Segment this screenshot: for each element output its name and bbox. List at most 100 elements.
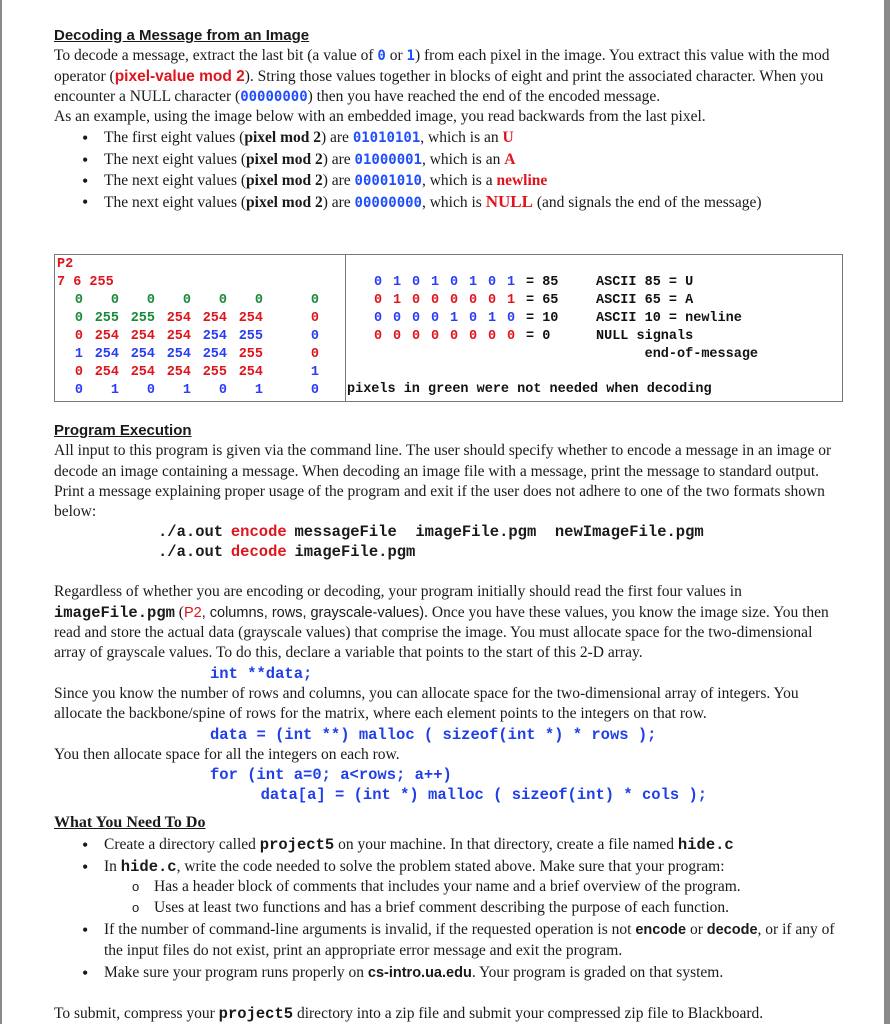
paragraph-execution: All input to this program is given via t… — [54, 442, 832, 521]
pixel-value: 0 — [74, 329, 83, 344]
pixel-value: 254 — [238, 311, 263, 326]
code-malloc-rows: data = (int **) malloc ( sizeof(int *) *… — [210, 725, 657, 744]
pixel-value: 0 — [218, 383, 227, 398]
ascii-line: ASCII 65 = A — [596, 293, 694, 308]
pixel-value: 1 — [182, 383, 191, 398]
bit-rows: 0 1 0 1 0 1 0 1 = 85 0 1 0 0 0 0 0 1 = 65 0 0 0 0 1 0 1 0 = 10 0 0 0 0… — [374, 274, 558, 346]
command-decode: ./a.out decode imageFile.pgm — [158, 543, 416, 562]
bit-value: 0 — [412, 329, 421, 344]
pgm-dimensions: 7 6 255 — [57, 275, 114, 290]
bit-value: 1 — [450, 311, 459, 326]
bit-value: 1 — [507, 275, 516, 290]
pixel-value: 0 — [74, 293, 83, 308]
pixel-value: 1 — [254, 383, 263, 398]
pixel-value: 254 — [166, 347, 191, 362]
requirement-item: Uses at least two functions and has a br… — [132, 898, 844, 919]
pixel-value: 254 — [130, 347, 155, 362]
page-edge-left — [0, 0, 2, 1024]
requirement-item: Has a header block of comments that incl… — [132, 877, 844, 898]
bit-value: 0 — [450, 275, 459, 290]
pixel-value: 254 — [238, 365, 263, 380]
pixel-value: 1 — [310, 365, 319, 380]
heading-decoding: Decoding a Message from an Image — [54, 27, 310, 44]
bit-value: 0 — [412, 293, 421, 308]
pixel-value: 0 — [310, 311, 319, 326]
task-item: Make sure your program runs properly on … — [82, 963, 844, 984]
pgm-pixel-row: 0 255 255 254 254 254 0 — [57, 310, 345, 328]
pgm-pixel-row: 0 1 0 1 0 1 0 — [57, 382, 345, 400]
bit-value: 0 — [374, 293, 383, 308]
decimal-value: = 0 — [526, 329, 551, 344]
bit-value: 0 — [450, 293, 459, 308]
pixel-value: 255 — [238, 347, 263, 362]
pixel-value: 1 — [110, 383, 119, 398]
bullet-item: The next eight values (pixel mod 2) are … — [82, 150, 844, 171]
bit-row: 0 0 0 0 1 0 1 0 = 10 — [374, 310, 558, 328]
task-list: Create a directory called project5 on yo… — [54, 835, 844, 984]
bit-value: 0 — [431, 311, 440, 326]
bit-value: 0 — [393, 311, 402, 326]
pixel-value: 254 — [202, 347, 227, 362]
decimal-value: = 85 — [526, 275, 559, 290]
pixel-value: 0 — [310, 329, 319, 344]
bit-value: 0 — [412, 311, 421, 326]
paragraph-submit: To submit, compress your project5 direct… — [54, 1005, 764, 1024]
bit-value: 0 — [469, 329, 478, 344]
pixel-value: 0 — [310, 293, 319, 308]
pixel-value: 254 — [130, 365, 155, 380]
code-for-loop: for (int a=0; a<rows; a++) — [210, 766, 452, 785]
pgm-image-cell: P2 7 6 255 0 0 0 0 0 0 0 0 255 255 254 254 254 0 0 254 2… — [55, 255, 346, 401]
heading-program-execution: Program Execution — [54, 422, 192, 439]
pixel-value: 254 — [202, 329, 227, 344]
pixel-value: 1 — [74, 347, 83, 362]
bit-value: 1 — [431, 275, 440, 290]
code-malloc-cols: data[a] = (int *) malloc ( sizeof(int) *… — [242, 786, 708, 805]
pixel-value: 254 — [94, 347, 119, 362]
pgm-pixel-row: 0 0 0 0 0 0 0 — [57, 292, 345, 310]
pixel-value: 254 — [130, 329, 155, 344]
bullet-item: The first eight values (pixel mod 2) are… — [82, 128, 844, 149]
bit-row: 0 1 0 1 0 1 0 1 = 85 — [374, 274, 558, 292]
pixel-value: 255 — [202, 365, 227, 380]
command-examples: ./a.out encode messageFile imageFile.pgm… — [54, 522, 844, 562]
bullet-item: The next eight values (pixel mod 2) are … — [82, 192, 844, 213]
pixel-value: 254 — [166, 365, 191, 380]
bit-value: 0 — [393, 329, 402, 344]
scrollbar-track[interactable] — [884, 0, 890, 1024]
pgm-pixel-rows: 0 0 0 0 0 0 0 0 255 255 254 254 254 0 0 254 254 254 254 255… — [57, 292, 345, 400]
requirement-sublist: Has a header block of comments that incl… — [104, 877, 844, 919]
pixel-value: 0 — [74, 311, 83, 326]
paragraph-decoding-intro: To decode a message, extract the last bi… — [54, 47, 830, 105]
bit-value: 0 — [374, 275, 383, 290]
ascii-line: ASCII 85 = U — [596, 275, 694, 290]
bit-value: 0 — [507, 311, 516, 326]
paragraph-allocate-rows: You then allocate space for all the inte… — [54, 745, 400, 763]
bit-value: 1 — [507, 293, 516, 308]
bit-row: 0 0 0 0 0 0 0 0 = 0 — [374, 328, 558, 346]
pixel-value: 0 — [74, 365, 83, 380]
task-item: Create a directory called project5 on yo… — [82, 835, 844, 856]
pgm-pixel-row: 0 254 254 254 254 255 0 — [57, 328, 345, 346]
pixel-value: 0 — [110, 293, 119, 308]
bit-value: 0 — [374, 329, 383, 344]
bit-value: 0 — [488, 293, 497, 308]
pixel-value: 254 — [94, 329, 119, 344]
bit-value: 1 — [488, 311, 497, 326]
task-item: If the number of command-line arguments … — [82, 920, 844, 962]
code-declaration: int **data; — [210, 664, 313, 683]
paragraph-example: As an example, using the image below wit… — [54, 108, 706, 126]
bit-value: 0 — [412, 275, 421, 290]
section-program-execution: Program Execution All input to this prog… — [54, 421, 844, 806]
section-what-to-do: What You Need To Do Create a directory c… — [54, 813, 844, 1025]
bit-value: 0 — [374, 311, 383, 326]
pixel-value: 255 — [94, 311, 119, 326]
decimal-value: = 10 — [526, 311, 559, 326]
paragraph-allocate: Since you know the number of rows and co… — [54, 684, 799, 723]
bit-row: 0 1 0 0 0 0 0 1 = 65 — [374, 292, 558, 310]
ascii-line: end-of-message — [596, 347, 759, 362]
pixel-value: 254 — [202, 311, 227, 326]
pixel-value: 0 — [310, 347, 319, 362]
pixel-value: 0 — [254, 293, 263, 308]
heading-what-to-do: What You Need To Do — [54, 814, 206, 831]
ascii-line: ASCII 10 = newline — [596, 311, 742, 326]
